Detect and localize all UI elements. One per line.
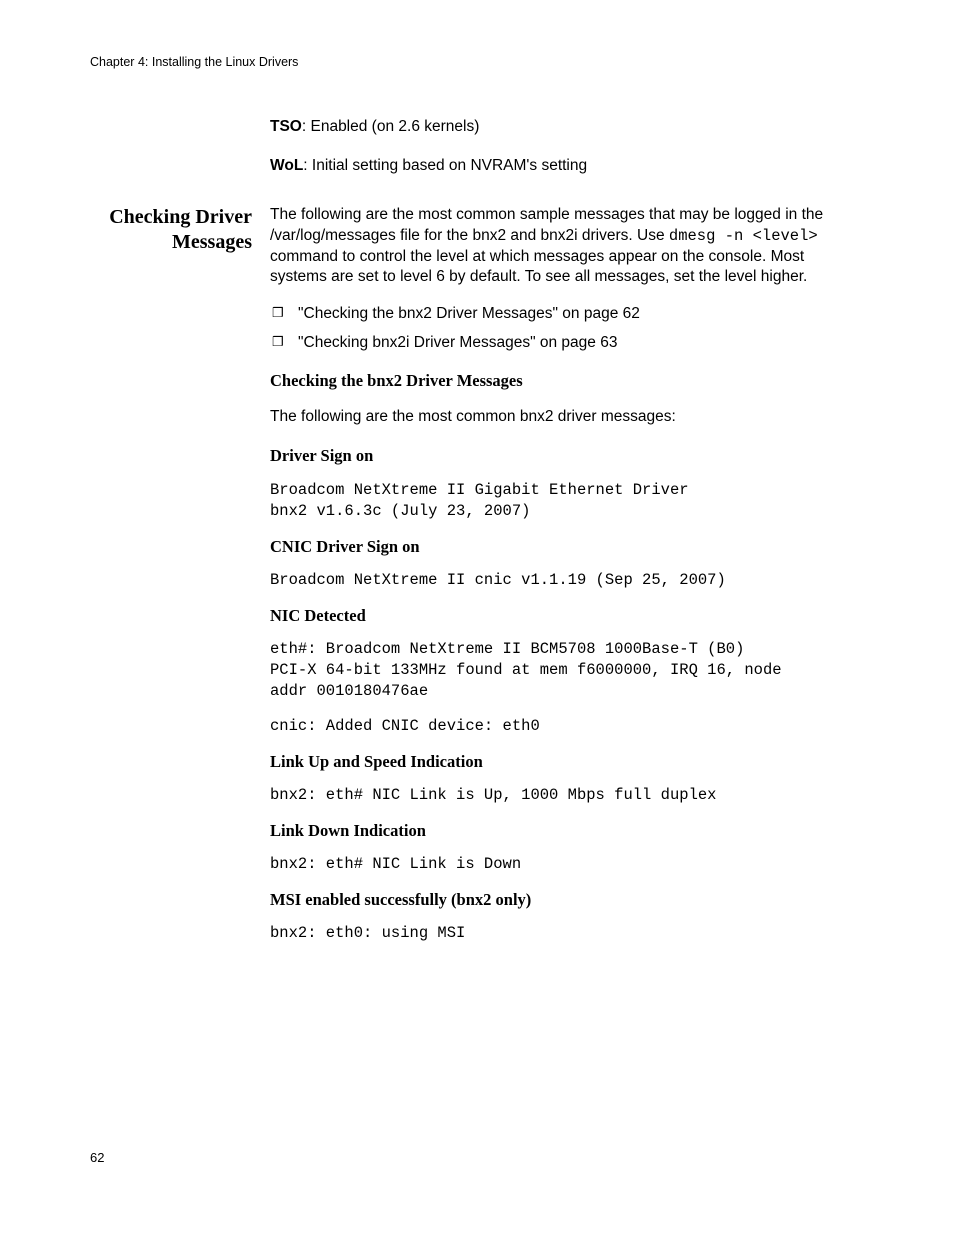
bullet-1-text: "Checking the bnx2 Driver Messages" on p…: [298, 305, 640, 322]
code-link-down: bnx2: eth# NIC Link is Down: [270, 854, 864, 875]
side-heading: Checking Driver Messages: [90, 205, 252, 255]
heading-nic-detected: NIC Detected: [270, 605, 864, 627]
heading-driver-signon: Driver Sign on: [270, 445, 864, 467]
heading-msi: MSI enabled successfully (bnx2 only): [270, 889, 864, 911]
intro-paragraph: The following are the most common sample…: [270, 205, 864, 289]
code-nic-detected-1: eth#: Broadcom NetXtreme II BCM5708 1000…: [270, 639, 864, 702]
bullet-list: "Checking the bnx2 Driver Messages" on p…: [270, 304, 864, 354]
side-heading-line1: Checking Driver: [109, 206, 252, 228]
wol-text: : Initial setting based on NVRAM's setti…: [303, 157, 587, 174]
wol-line: WoL: Initial setting based on NVRAM's se…: [270, 156, 864, 177]
heading-bnx2-messages: Checking the bnx2 Driver Messages: [270, 370, 864, 392]
content-area: TSO: Enabled (on 2.6 kernels) WoL: Initi…: [90, 117, 864, 958]
intro-part2: command to control the level at which me…: [270, 248, 807, 286]
heading-link-down: Link Down Indication: [270, 820, 864, 842]
tso-label: TSO: [270, 118, 302, 135]
running-head: Chapter 4: Installing the Linux Drivers: [90, 54, 864, 71]
intro-cmd: dmesg -n <level>: [669, 227, 818, 245]
list-item: "Checking bnx2i Driver Messages" on page…: [270, 333, 864, 354]
tso-line: TSO: Enabled (on 2.6 kernels): [270, 117, 864, 138]
heading-cnic-signon: CNIC Driver Sign on: [270, 536, 864, 558]
code-nic-detected-2: cnic: Added CNIC device: eth0: [270, 716, 864, 737]
bullet-2-text: "Checking bnx2i Driver Messages" on page…: [298, 334, 617, 351]
code-driver-signon: Broadcom NetXtreme II Gigabit Ethernet D…: [270, 480, 864, 522]
code-cnic-signon: Broadcom NetXtreme II cnic v1.1.19 (Sep …: [270, 570, 864, 591]
heading-link-up: Link Up and Speed Indication: [270, 751, 864, 773]
bnx2-intro: The following are the most common bnx2 d…: [270, 407, 864, 428]
tso-text: : Enabled (on 2.6 kernels): [302, 118, 480, 135]
side-heading-line2: Messages: [172, 231, 252, 253]
wol-label: WoL: [270, 157, 303, 174]
code-msi: bnx2: eth0: using MSI: [270, 923, 864, 944]
list-item: "Checking the bnx2 Driver Messages" on p…: [270, 304, 864, 325]
page: Chapter 4: Installing the Linux Drivers …: [0, 0, 954, 1235]
page-number: 62: [90, 1149, 104, 1167]
code-link-up: bnx2: eth# NIC Link is Up, 1000 Mbps ful…: [270, 785, 864, 806]
